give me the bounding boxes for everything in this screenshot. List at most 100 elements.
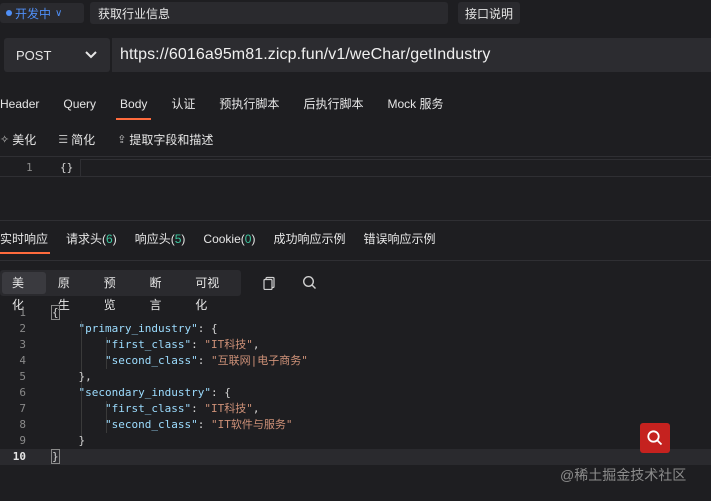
floating-search-button[interactable]: [640, 423, 670, 453]
current-line-highlight: [80, 159, 711, 177]
response-body-editor[interactable]: 1 { 2 "primary_industry": { 3 "first_cla…: [0, 305, 711, 465]
line-number: 6: [19, 386, 26, 399]
simplify-label: 简化: [71, 132, 96, 147]
line-number: 10: [12, 450, 26, 463]
request-body-code: {}: [60, 161, 74, 174]
tab-error-example[interactable]: 错误响应示例: [363, 227, 435, 251]
code-line: 1 {: [0, 305, 711, 321]
editor-bottom-border: [0, 176, 711, 177]
json-key: "secondary_industry": [78, 386, 211, 399]
search-icon: [647, 430, 663, 446]
response-tabs: 实时响应 请求头(6) 响应头(5) Cookie(0) 成功响应示例 错误响应…: [0, 227, 454, 254]
cookie-count: 0: [244, 232, 252, 246]
line-number: 3: [19, 338, 26, 351]
code-line: 8 "second_class": "IT软件与服务": [0, 417, 711, 433]
code-text: "first_class": "IT科技",: [104, 338, 260, 351]
code-line: 7 "first_class": "IT科技",: [0, 401, 711, 417]
code-line: 3 "first_class": "IT科技",: [0, 337, 711, 353]
json-string: "互联网|电子商务": [210, 354, 308, 367]
watermark: @稀土掘金技术社区: [560, 467, 687, 483]
line-number: 2: [19, 322, 26, 335]
chevron-down-icon: ∨: [55, 7, 63, 19]
method-label: POST: [16, 47, 52, 63]
line-number: 8: [19, 418, 26, 431]
tab-success-example[interactable]: 成功响应示例: [273, 227, 345, 251]
code-text: "second_class": "互联网|电子商务": [104, 354, 308, 367]
tab-response-headers[interactable]: 响应头(5): [135, 227, 186, 251]
code-line: 2 "primary_industry": {: [0, 321, 711, 337]
chevron-down-icon: [85, 51, 97, 59]
request-headers-count: 6: [106, 232, 113, 246]
api-title-input[interactable]: 获取行业信息: [90, 2, 448, 24]
status-label: 开发中: [15, 6, 52, 21]
tab-response-headers-label: 响应头: [134, 232, 171, 246]
tab-body[interactable]: Body: [115, 90, 152, 120]
line-number: 1: [19, 306, 26, 319]
response-tabs-border: [0, 260, 711, 261]
json-string: "IT科技": [204, 402, 253, 415]
upload-icon: ⇪: [117, 133, 127, 146]
view-assert[interactable]: 断言: [139, 272, 183, 312]
code-text: }: [51, 449, 60, 465]
code-line: 4 "second_class": "互联网|电子商务": [0, 353, 711, 369]
line-number: 9: [19, 434, 26, 447]
json-key: "second_class": [104, 354, 198, 367]
tab-realtime-response[interactable]: 实时响应: [0, 227, 51, 254]
tab-post-script[interactable]: 后执行脚本: [303, 90, 363, 118]
line-number: 1: [26, 161, 33, 174]
extract-label: 提取字段和描述: [129, 132, 214, 147]
response-headers-count: 5: [174, 232, 182, 246]
tab-query[interactable]: Query: [63, 90, 96, 118]
copy-icon[interactable]: [262, 276, 276, 290]
search-icon[interactable]: [302, 275, 317, 290]
tab-mock[interactable]: Mock 服务: [387, 90, 443, 118]
code-text: },: [52, 370, 92, 383]
tab-cookie[interactable]: Cookie(0): [203, 227, 255, 251]
code-line: 9 }: [0, 433, 711, 449]
tab-auth[interactable]: 认证: [171, 90, 195, 118]
url-input[interactable]: https://6016a95m81.zicp.fun/v1/weChar/ge…: [112, 38, 711, 72]
tab-cookie-label: Cookie: [203, 232, 241, 246]
json-key: "first_class": [104, 402, 192, 415]
line-number: 7: [19, 402, 26, 415]
tab-request-headers-label: 请求头: [66, 232, 103, 246]
code-text: "second_class": "IT软件与服务": [104, 418, 293, 431]
json-string: "IT科技": [204, 338, 253, 351]
body-toolbar: ✧ 美化 ☰ 简化 ⇪ 提取字段和描述: [0, 130, 235, 148]
magic-wand-icon: ✧: [0, 133, 10, 146]
view-mode-segment: 美化 原生 预览 断言 可视化: [0, 270, 241, 312]
lines-icon: ☰: [58, 133, 69, 146]
json-key: "primary_industry": [78, 322, 198, 335]
beautify-button[interactable]: ✧ 美化: [0, 131, 36, 148]
line-number: 5: [19, 370, 26, 383]
code-text: }: [52, 434, 86, 447]
status-dot-icon: [6, 10, 12, 16]
json-key: "first_class": [104, 338, 192, 351]
line-number: 4: [19, 354, 26, 367]
view-preview[interactable]: 预览: [94, 272, 138, 312]
panel-divider[interactable]: [0, 220, 711, 221]
method-select[interactable]: POST: [4, 38, 110, 72]
open-brace: {: [51, 305, 60, 320]
code-text: "first_class": "IT科技",: [104, 402, 260, 415]
code-line: 5 },: [0, 369, 711, 385]
beautify-label: 美化: [12, 132, 37, 147]
api-doc-button[interactable]: 接口说明: [458, 2, 520, 24]
view-visualize[interactable]: 可视化: [185, 272, 241, 312]
status-dropdown[interactable]: 开发中 ∨: [0, 3, 84, 23]
code-text: {: [51, 305, 60, 321]
extract-fields-button[interactable]: ⇪ 提取字段和描述: [117, 131, 213, 148]
tab-pre-script[interactable]: 预执行脚本: [219, 90, 279, 118]
view-beautify[interactable]: 美化: [2, 272, 46, 312]
json-string: "IT软件与服务": [210, 418, 293, 431]
request-tabs: Header Query Body 认证 预执行脚本 后执行脚本 Mock 服务: [0, 90, 467, 120]
view-raw[interactable]: 原生: [48, 272, 92, 312]
code-line: 6 "secondary_industry": {: [0, 385, 711, 401]
tab-header[interactable]: Header: [0, 90, 39, 118]
code-line-current: 10 }: [0, 449, 711, 465]
json-key: "second_class": [104, 418, 198, 431]
code-text: "secondary_industry": {: [78, 386, 231, 399]
code-text: "primary_industry": {: [78, 322, 218, 335]
tab-request-headers[interactable]: 请求头(6): [66, 227, 117, 251]
simplify-button[interactable]: ☰ 简化: [58, 131, 95, 148]
